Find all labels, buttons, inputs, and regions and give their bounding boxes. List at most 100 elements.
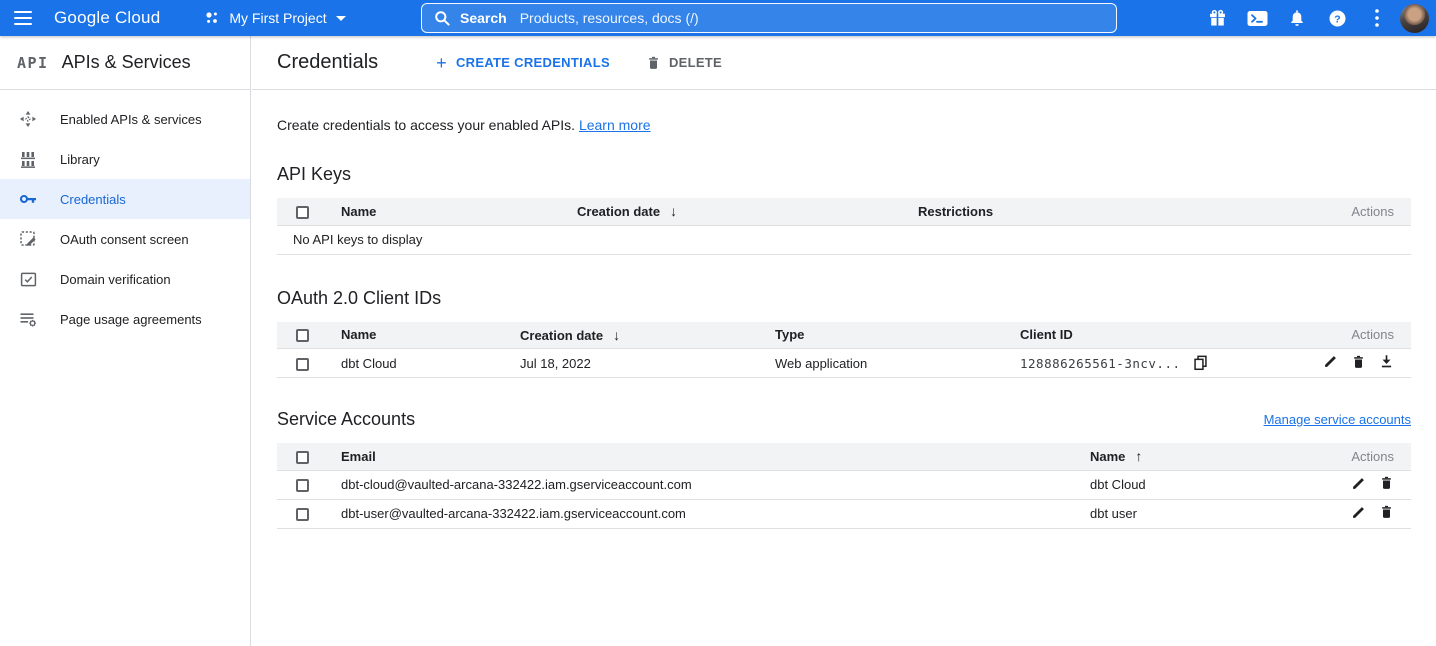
create-credentials-label: CREATE CREDENTIALS <box>456 55 610 70</box>
copy-icon[interactable] <box>1193 355 1208 371</box>
row-checkbox[interactable] <box>296 508 309 521</box>
sidebar-item-label: Page usage agreements <box>60 312 202 327</box>
api-keys-table: Name Creation date↓ Restrictions Actions… <box>277 198 1411 255</box>
intro-text: Create credentials to access your enable… <box>277 117 1411 133</box>
column-header-type: Type <box>775 322 1020 349</box>
column-header-email: Email <box>341 443 1090 470</box>
oauth-client-name: dbt Cloud <box>341 349 520 378</box>
sidebar-nav: Enabled APIs & services Library Credenti… <box>0 90 250 339</box>
column-header-name[interactable]: Name↑ <box>1090 443 1286 470</box>
more-vertical-icon[interactable] <box>1357 0 1397 36</box>
dashboard-arrows-icon <box>19 110 37 128</box>
agreements-gear-icon <box>19 310 37 328</box>
plus-icon: + <box>436 54 447 72</box>
sidebar-item-page-usage-agreements[interactable]: Page usage agreements <box>0 299 250 339</box>
sidebar-header: API APIs & Services <box>0 36 250 90</box>
learn-more-link[interactable]: Learn more <box>579 117 651 133</box>
oauth-clients-header-row: Name Creation date↓ Type Client ID Actio… <box>277 322 1411 349</box>
manage-service-accounts-link[interactable]: Manage service accounts <box>1264 412 1411 427</box>
content: Create credentials to access your enable… <box>252 117 1436 639</box>
chevron-down-icon <box>336 16 346 21</box>
oauth-client-type: Web application <box>775 349 1020 378</box>
service-accounts-header: Service Accounts Manage service accounts <box>277 409 1411 430</box>
delete-label: DELETE <box>669 55 722 70</box>
project-icon <box>204 10 220 26</box>
search-placeholder: Products, resources, docs (/) <box>520 10 699 26</box>
delete-trash-icon[interactable] <box>1351 354 1366 370</box>
sort-desc-icon: ↓ <box>613 327 620 343</box>
column-header-actions: Actions <box>1286 443 1411 470</box>
page-title: Credentials <box>277 51 378 74</box>
service-accounts-header-row: Email Name↑ Actions <box>277 443 1411 470</box>
sidebar-item-label: OAuth consent screen <box>60 232 189 247</box>
project-name: My First Project <box>229 10 326 26</box>
empty-message: No API keys to display <box>277 225 1411 254</box>
edit-pencil-icon[interactable] <box>1351 476 1366 491</box>
column-header-client-id: Client ID <box>1020 322 1286 349</box>
gift-icon[interactable] <box>1197 0 1237 36</box>
sort-asc-icon: ↑ <box>1135 448 1142 464</box>
download-icon[interactable] <box>1379 354 1394 369</box>
service-account-email: dbt-cloud@vaulted-arcana-332422.iam.gser… <box>341 470 1090 499</box>
sort-desc-icon: ↓ <box>670 203 677 219</box>
sidebar-item-credentials[interactable]: Credentials <box>0 179 250 219</box>
sidebar-item-label: Library <box>60 152 100 167</box>
column-header-actions: Actions <box>1286 322 1411 349</box>
row-checkbox[interactable] <box>296 358 309 371</box>
create-credentials-button[interactable]: + CREATE CREDENTIALS <box>436 54 610 72</box>
delete-trash-icon[interactable] <box>1379 475 1394 491</box>
notifications-bell-icon[interactable] <box>1277 0 1317 36</box>
cloud-shell-icon[interactable] <box>1237 0 1277 36</box>
project-switcher[interactable]: My First Project <box>204 10 345 26</box>
key-icon <box>19 190 37 208</box>
sidebar: API APIs & Services Enabled APIs & servi… <box>0 36 251 646</box>
oauth-clients-table: Name Creation date↓ Type Client ID Actio… <box>277 322 1411 379</box>
sidebar-item-enabled-apis[interactable]: Enabled APIs & services <box>0 99 250 139</box>
sidebar-item-domain-verification[interactable]: Domain verification <box>0 259 250 299</box>
api-keys-empty-row: No API keys to display <box>277 225 1411 254</box>
oauth-client-id-cell: 128886265561-3ncv... <box>1020 349 1286 378</box>
user-avatar[interactable] <box>1400 4 1429 33</box>
google-cloud-logo[interactable]: Google Cloud <box>54 8 160 28</box>
domain-verification-icon <box>19 270 37 288</box>
page-header: Credentials + CREATE CREDENTIALS DELETE <box>252 36 1436 90</box>
service-account-row: dbt-user@vaulted-arcana-332422.iam.gserv… <box>277 499 1411 528</box>
edit-pencil-icon[interactable] <box>1351 505 1366 520</box>
oauth-client-row: dbt Cloud Jul 18, 2022 Web application 1… <box>277 349 1411 378</box>
select-all-checkbox[interactable] <box>296 206 309 219</box>
search-label: Search <box>460 10 507 26</box>
svg-text:?: ? <box>1334 13 1340 25</box>
column-header-restrictions: Restrictions <box>918 198 1218 225</box>
service-account-row: dbt-cloud@vaulted-arcana-332422.iam.gser… <box>277 470 1411 499</box>
sidebar-item-label: Credentials <box>60 192 126 207</box>
search-input[interactable]: Search Products, resources, docs (/) <box>421 3 1117 33</box>
sidebar-item-label: Enabled APIs & services <box>60 112 202 127</box>
service-account-name: dbt user <box>1090 499 1286 528</box>
intro-sentence: Create credentials to access your enable… <box>277 117 579 133</box>
row-checkbox[interactable] <box>296 479 309 492</box>
service-accounts-table: Email Name↑ Actions dbt-cloud@vaulted-ar… <box>277 443 1411 529</box>
main-area: Credentials + CREATE CREDENTIALS DELETE … <box>252 0 1436 639</box>
delete-trash-icon[interactable] <box>1379 504 1394 520</box>
column-header-creation-date[interactable]: Creation date↓ <box>577 198 918 225</box>
trash-icon <box>646 55 661 71</box>
select-all-checkbox[interactable] <box>296 329 309 342</box>
service-accounts-title: Service Accounts <box>277 409 415 430</box>
menu-icon[interactable] <box>0 0 46 36</box>
consent-screen-icon <box>19 230 37 248</box>
client-id-value: 128886265561-3ncv... <box>1020 356 1181 371</box>
select-all-checkbox[interactable] <box>296 451 309 464</box>
api-keys-header-row: Name Creation date↓ Restrictions Actions <box>277 198 1411 225</box>
column-header-creation-date[interactable]: Creation date↓ <box>520 322 775 349</box>
edit-pencil-icon[interactable] <box>1323 354 1338 369</box>
delete-button[interactable]: DELETE <box>646 55 722 71</box>
api-keys-title: API Keys <box>277 164 1411 185</box>
sidebar-item-oauth-consent[interactable]: OAuth consent screen <box>0 219 250 259</box>
topbar-actions: ? <box>1197 0 1429 36</box>
oauth-clients-title: OAuth 2.0 Client IDs <box>277 288 1411 309</box>
search-icon <box>434 10 450 26</box>
oauth-client-creation-date: Jul 18, 2022 <box>520 349 775 378</box>
api-logo-icon: API <box>17 54 49 72</box>
sidebar-item-library[interactable]: Library <box>0 139 250 179</box>
help-icon[interactable]: ? <box>1317 0 1357 36</box>
